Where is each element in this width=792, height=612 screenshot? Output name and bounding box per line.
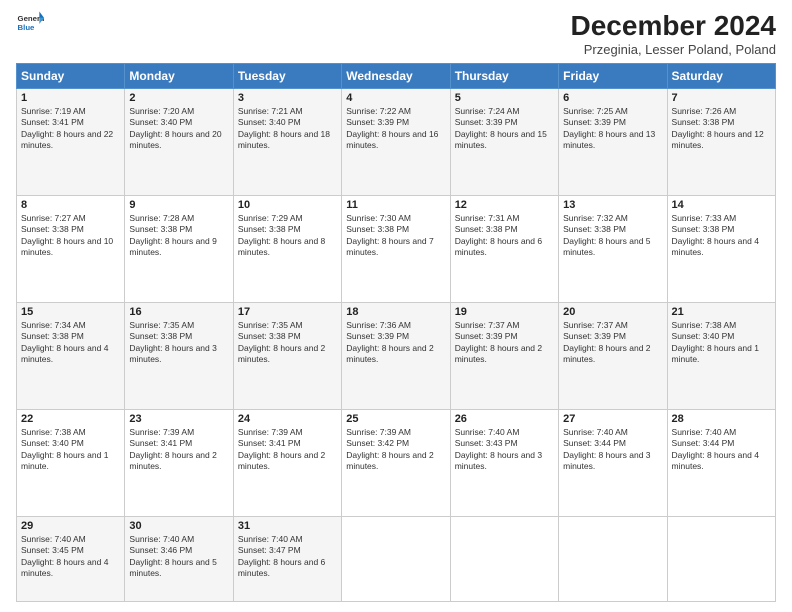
- table-row: 4Sunrise: 7:22 AMSunset: 3:39 PMDaylight…: [342, 89, 450, 196]
- location: Przeginia, Lesser Poland, Poland: [571, 42, 776, 57]
- table-row: 18Sunrise: 7:36 AMSunset: 3:39 PMDayligh…: [342, 302, 450, 409]
- logo: General Blue: [16, 10, 44, 38]
- table-row: 5Sunrise: 7:24 AMSunset: 3:39 PMDaylight…: [450, 89, 558, 196]
- table-row: 30Sunrise: 7:40 AMSunset: 3:46 PMDayligh…: [125, 516, 233, 601]
- header: General Blue December 2024 Przeginia, Le…: [16, 10, 776, 57]
- table-row: 10Sunrise: 7:29 AMSunset: 3:38 PMDayligh…: [233, 195, 341, 302]
- table-row: 14Sunrise: 7:33 AMSunset: 3:38 PMDayligh…: [667, 195, 775, 302]
- table-row: [559, 516, 667, 601]
- table-row: 2Sunrise: 7:20 AMSunset: 3:40 PMDaylight…: [125, 89, 233, 196]
- table-row: 8Sunrise: 7:27 AMSunset: 3:38 PMDaylight…: [17, 195, 125, 302]
- col-tuesday: Tuesday: [233, 64, 341, 89]
- col-thursday: Thursday: [450, 64, 558, 89]
- calendar-week-row: 1Sunrise: 7:19 AMSunset: 3:41 PMDaylight…: [17, 89, 776, 196]
- month-title: December 2024: [571, 10, 776, 42]
- table-row: 3Sunrise: 7:21 AMSunset: 3:40 PMDaylight…: [233, 89, 341, 196]
- table-row: 21Sunrise: 7:38 AMSunset: 3:40 PMDayligh…: [667, 302, 775, 409]
- table-row: 31Sunrise: 7:40 AMSunset: 3:47 PMDayligh…: [233, 516, 341, 601]
- col-monday: Monday: [125, 64, 233, 89]
- col-friday: Friday: [559, 64, 667, 89]
- calendar-week-row: 29Sunrise: 7:40 AMSunset: 3:45 PMDayligh…: [17, 516, 776, 601]
- table-row: [667, 516, 775, 601]
- table-row: 13Sunrise: 7:32 AMSunset: 3:38 PMDayligh…: [559, 195, 667, 302]
- table-row: [450, 516, 558, 601]
- table-row: 24Sunrise: 7:39 AMSunset: 3:41 PMDayligh…: [233, 409, 341, 516]
- table-row: 26Sunrise: 7:40 AMSunset: 3:43 PMDayligh…: [450, 409, 558, 516]
- table-row: 27Sunrise: 7:40 AMSunset: 3:44 PMDayligh…: [559, 409, 667, 516]
- table-row: 23Sunrise: 7:39 AMSunset: 3:41 PMDayligh…: [125, 409, 233, 516]
- table-row: 6Sunrise: 7:25 AMSunset: 3:39 PMDaylight…: [559, 89, 667, 196]
- table-row: 9Sunrise: 7:28 AMSunset: 3:38 PMDaylight…: [125, 195, 233, 302]
- title-block: December 2024 Przeginia, Lesser Poland, …: [571, 10, 776, 57]
- col-wednesday: Wednesday: [342, 64, 450, 89]
- table-row: 25Sunrise: 7:39 AMSunset: 3:42 PMDayligh…: [342, 409, 450, 516]
- table-row: 11Sunrise: 7:30 AMSunset: 3:38 PMDayligh…: [342, 195, 450, 302]
- table-row: 17Sunrise: 7:35 AMSunset: 3:38 PMDayligh…: [233, 302, 341, 409]
- table-row: [342, 516, 450, 601]
- table-row: 1Sunrise: 7:19 AMSunset: 3:41 PMDaylight…: [17, 89, 125, 196]
- calendar-table: Sunday Monday Tuesday Wednesday Thursday…: [16, 63, 776, 602]
- table-row: 29Sunrise: 7:40 AMSunset: 3:45 PMDayligh…: [17, 516, 125, 601]
- calendar-header-row: Sunday Monday Tuesday Wednesday Thursday…: [17, 64, 776, 89]
- table-row: 28Sunrise: 7:40 AMSunset: 3:44 PMDayligh…: [667, 409, 775, 516]
- table-row: 20Sunrise: 7:37 AMSunset: 3:39 PMDayligh…: [559, 302, 667, 409]
- table-row: 7Sunrise: 7:26 AMSunset: 3:38 PMDaylight…: [667, 89, 775, 196]
- calendar-week-row: 22Sunrise: 7:38 AMSunset: 3:40 PMDayligh…: [17, 409, 776, 516]
- table-row: 15Sunrise: 7:34 AMSunset: 3:38 PMDayligh…: [17, 302, 125, 409]
- table-row: 16Sunrise: 7:35 AMSunset: 3:38 PMDayligh…: [125, 302, 233, 409]
- col-sunday: Sunday: [17, 64, 125, 89]
- page: General Blue December 2024 Przeginia, Le…: [0, 0, 792, 612]
- calendar-week-row: 15Sunrise: 7:34 AMSunset: 3:38 PMDayligh…: [17, 302, 776, 409]
- calendar-week-row: 8Sunrise: 7:27 AMSunset: 3:38 PMDaylight…: [17, 195, 776, 302]
- table-row: 22Sunrise: 7:38 AMSunset: 3:40 PMDayligh…: [17, 409, 125, 516]
- svg-text:Blue: Blue: [18, 23, 36, 32]
- logo-icon: General Blue: [16, 10, 44, 38]
- table-row: 19Sunrise: 7:37 AMSunset: 3:39 PMDayligh…: [450, 302, 558, 409]
- col-saturday: Saturday: [667, 64, 775, 89]
- table-row: 12Sunrise: 7:31 AMSunset: 3:38 PMDayligh…: [450, 195, 558, 302]
